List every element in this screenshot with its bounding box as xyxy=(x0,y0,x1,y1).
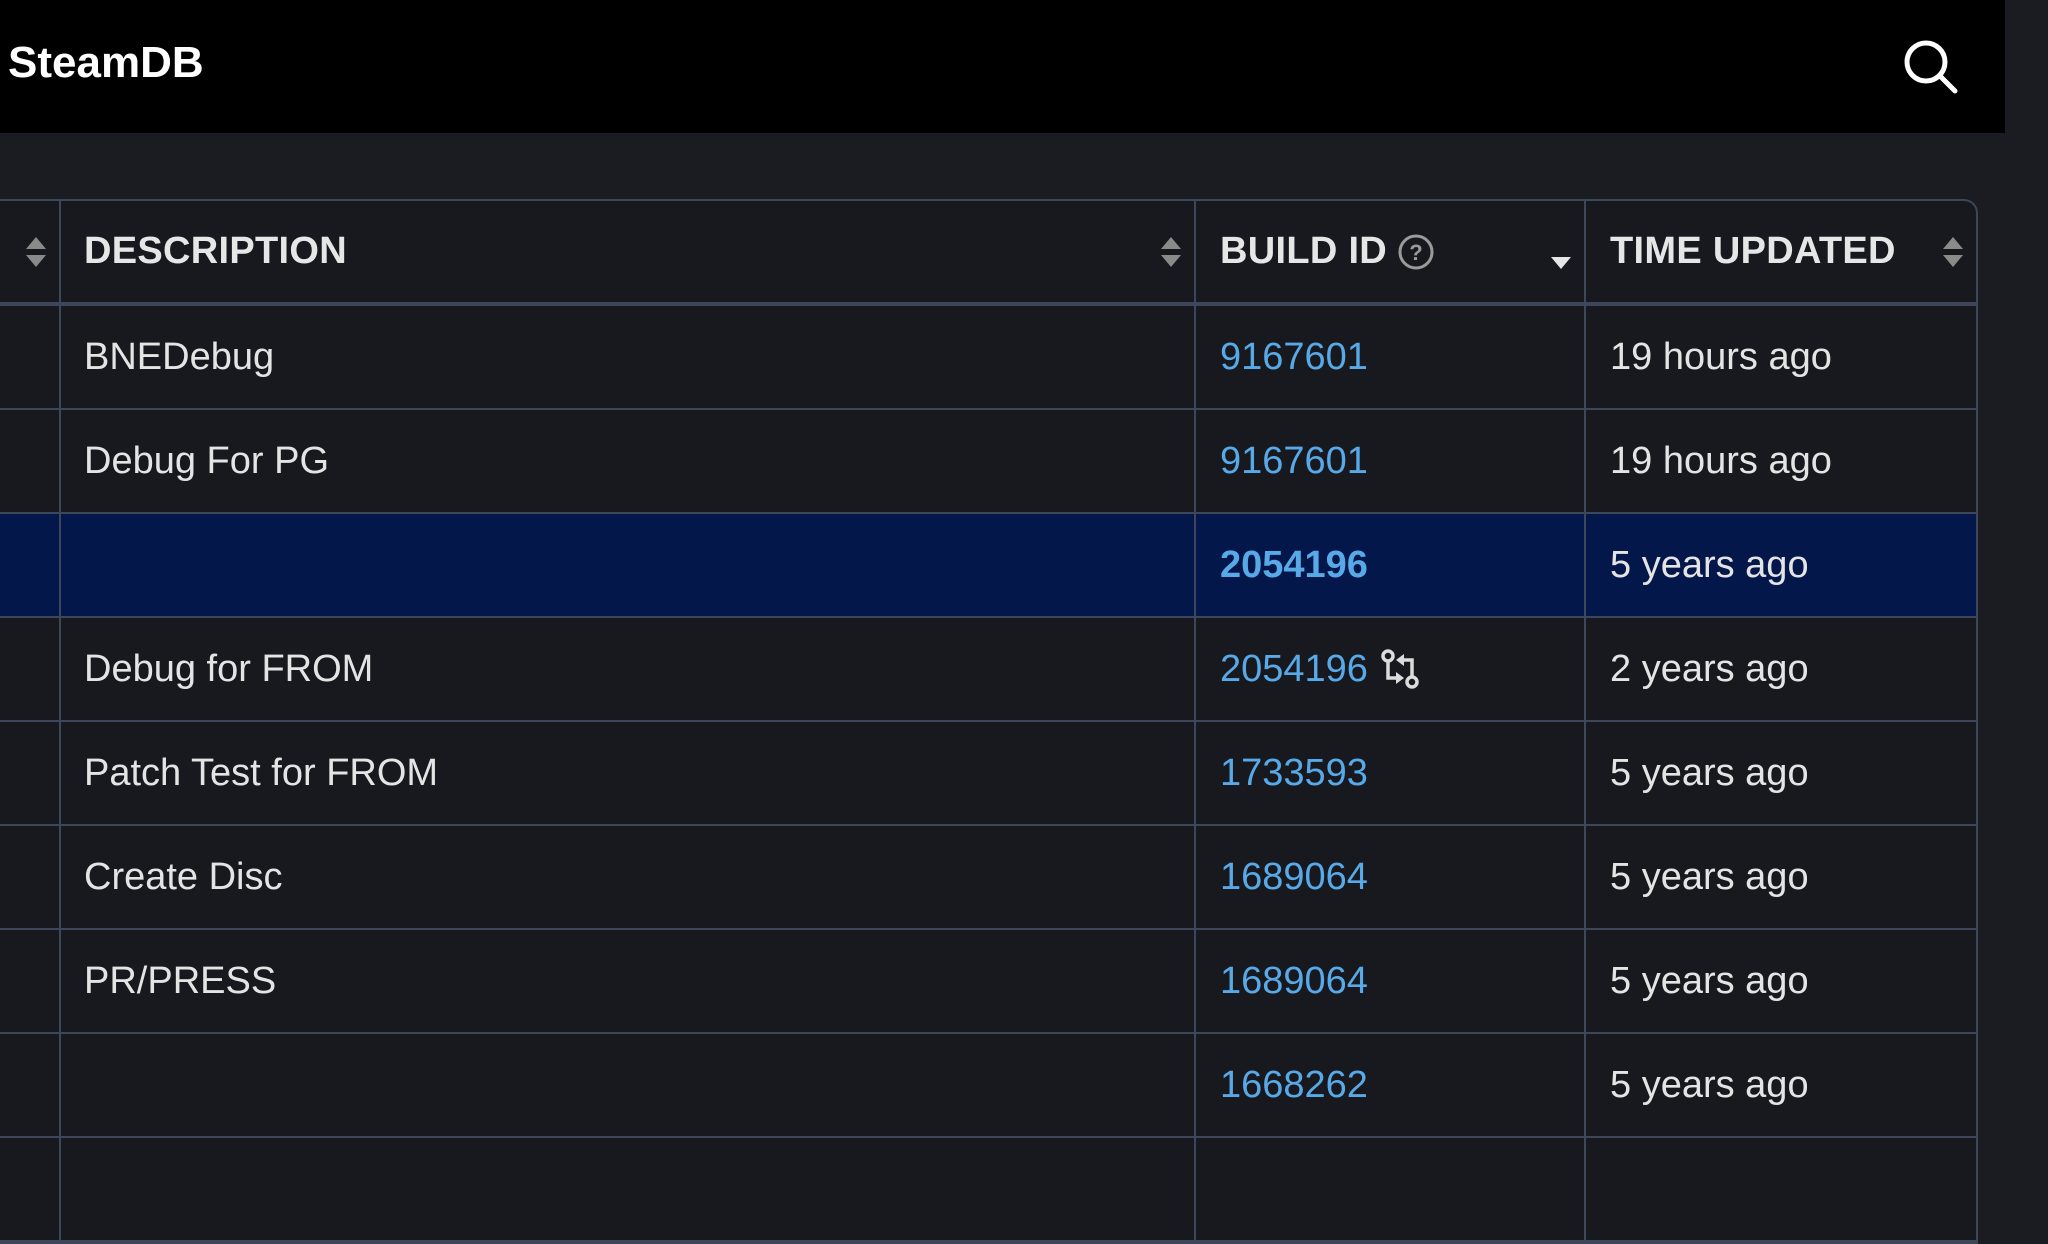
build-id-cell: 9167601 xyxy=(1196,410,1586,512)
site-logo[interactable]: SteamDB xyxy=(8,38,204,88)
description-cell: Create Disc xyxy=(61,826,1196,928)
search-icon[interactable] xyxy=(1900,36,1962,98)
row-lead-cell xyxy=(0,514,61,616)
time-updated-text: 19 hours ago xyxy=(1610,335,1832,378)
sort-desc-icon[interactable] xyxy=(1550,243,1572,277)
description-text: Patch Test for FROM xyxy=(84,751,439,794)
svg-text:?: ? xyxy=(1409,240,1422,265)
row-lead-cell xyxy=(0,410,61,512)
time-updated-cell: 2 years ago xyxy=(1586,618,1976,720)
time-updated-text: 2 years ago xyxy=(1610,647,1809,690)
table-row[interactable]: PR/PRESS 1689064 5 years ago xyxy=(0,930,1976,1034)
description-cell xyxy=(61,1034,1196,1136)
description-cell xyxy=(61,514,1196,616)
table-row[interactable]: 1668262 5 years ago xyxy=(0,1034,1976,1138)
sort-both-icon[interactable] xyxy=(25,235,47,269)
description-cell: Patch Test for FROM xyxy=(61,722,1196,824)
table-row[interactable]: Debug For PG 9167601 19 hours ago xyxy=(0,410,1976,514)
row-lead-cell xyxy=(0,930,61,1032)
row-lead-cell xyxy=(0,1138,61,1240)
sort-both-icon[interactable] xyxy=(1160,235,1182,269)
description-text: Debug for FROM xyxy=(84,647,374,690)
row-lead-cell xyxy=(0,826,61,928)
time-updated-text: 5 years ago xyxy=(1610,959,1809,1002)
description-text: PR/PRESS xyxy=(84,959,277,1002)
row-lead-cell xyxy=(0,1034,61,1136)
build-id-cell: 1689064 xyxy=(1196,930,1586,1032)
build-id-link[interactable]: 1689064 xyxy=(1220,960,1368,1003)
description-cell: BNEDebug xyxy=(61,306,1196,408)
column-header-description[interactable]: DESCRIPTION xyxy=(61,201,1196,302)
table-header-row: DESCRIPTION BUILD ID ? TIME UPDATED xyxy=(0,201,1976,306)
description-cell: PR/PRESS xyxy=(61,930,1196,1032)
row-lead-cell xyxy=(0,722,61,824)
table-row[interactable]: Debug for FROM 2054196 2 years ago xyxy=(0,618,1976,722)
build-id-cell: 1668262 xyxy=(1196,1034,1586,1136)
build-id-cell xyxy=(1196,1138,1586,1240)
builds-table: DESCRIPTION BUILD ID ? TIME UPDATED BNED… xyxy=(0,199,1978,1244)
time-updated-cell xyxy=(1586,1138,1976,1240)
time-updated-text: 5 years ago xyxy=(1610,751,1809,794)
time-updated-text: 5 years ago xyxy=(1610,543,1809,586)
table-row[interactable]: Patch Test for FROM 1733593 5 years ago xyxy=(0,722,1976,826)
table-row[interactable]: 2054196 5 years ago xyxy=(0,514,1976,618)
column-label: BUILD ID xyxy=(1220,230,1388,272)
time-updated-text: 5 years ago xyxy=(1610,855,1809,898)
table-body: BNEDebug 9167601 19 hours ago Debug For PG 9… xyxy=(0,306,1976,1242)
time-updated-text: 19 hours ago xyxy=(1610,439,1832,482)
time-updated-cell: 5 years ago xyxy=(1586,1034,1976,1136)
column-label: TIME UPDATED xyxy=(1610,230,1896,272)
description-text: BNEDebug xyxy=(84,335,275,378)
column-header-time-updated[interactable]: TIME UPDATED xyxy=(1586,201,1976,302)
build-id-cell: 1689064 xyxy=(1196,826,1586,928)
table-row[interactable] xyxy=(0,1138,1976,1242)
time-updated-cell: 5 years ago xyxy=(1586,514,1976,616)
row-lead-cell xyxy=(0,306,61,408)
build-id-link[interactable]: 9167601 xyxy=(1220,440,1368,483)
time-updated-cell: 19 hours ago xyxy=(1586,410,1976,512)
top-navbar: SteamDB xyxy=(0,0,2005,133)
column-header-blank[interactable] xyxy=(0,201,61,302)
description-text: Create Disc xyxy=(84,855,283,898)
build-id-cell: 2054196 xyxy=(1196,618,1586,720)
column-label: DESCRIPTION xyxy=(84,230,347,272)
build-id-link[interactable]: 2054196 xyxy=(1220,648,1368,691)
description-cell xyxy=(61,1138,1196,1240)
sort-both-icon[interactable] xyxy=(1942,235,1964,269)
description-cell: Debug for FROM xyxy=(61,618,1196,720)
row-lead-cell xyxy=(0,618,61,720)
time-updated-cell: 5 years ago xyxy=(1586,722,1976,824)
column-header-build-id[interactable]: BUILD ID ? xyxy=(1196,201,1586,302)
question-circle-icon[interactable]: ? xyxy=(1397,233,1435,271)
description-text: Debug For PG xyxy=(84,439,329,482)
time-updated-text: 5 years ago xyxy=(1610,1063,1809,1106)
build-id-link[interactable]: 1668262 xyxy=(1220,1064,1368,1107)
build-id-link[interactable]: 1733593 xyxy=(1220,752,1368,795)
build-id-cell: 2054196 xyxy=(1196,514,1586,616)
table-row[interactable]: Create Disc 1689064 5 years ago xyxy=(0,826,1976,930)
build-id-link[interactable]: 1689064 xyxy=(1220,856,1368,899)
description-cell: Debug For PG xyxy=(61,410,1196,512)
build-id-cell: 1733593 xyxy=(1196,722,1586,824)
build-id-cell: 9167601 xyxy=(1196,306,1586,408)
build-id-link[interactable]: 2054196 xyxy=(1220,544,1368,587)
time-updated-cell: 5 years ago xyxy=(1586,826,1976,928)
time-updated-cell: 5 years ago xyxy=(1586,930,1976,1032)
branch-merge-icon xyxy=(1381,649,1419,689)
time-updated-cell: 19 hours ago xyxy=(1586,306,1976,408)
build-id-link[interactable]: 9167601 xyxy=(1220,336,1368,379)
table-row[interactable]: BNEDebug 9167601 19 hours ago xyxy=(0,306,1976,410)
